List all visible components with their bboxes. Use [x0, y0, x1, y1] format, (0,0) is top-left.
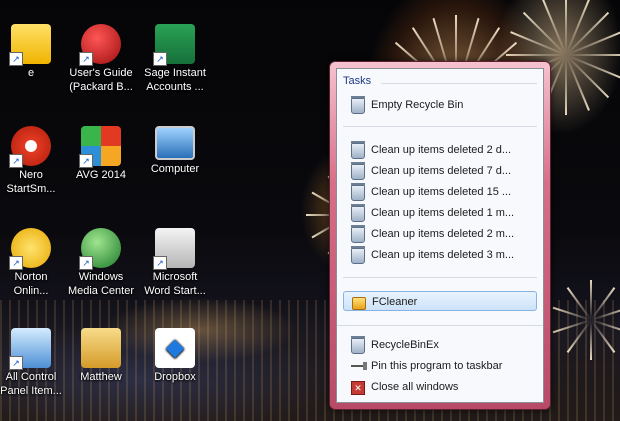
dropbox-icon: ◆	[155, 328, 195, 368]
shortcut-arrow-icon: ↗	[153, 256, 167, 270]
recyclebinex-program-item[interactable]: RecycleBinEx	[343, 335, 537, 355]
section-divider	[337, 325, 543, 326]
desktop-icon-word-starter[interactable]: ↗ Microsoft Word Start...	[136, 228, 214, 298]
shortcut-arrow-icon: ↗	[9, 356, 23, 370]
section-divider	[343, 126, 537, 127]
item-label: Clean up items deleted 1 m...	[371, 207, 515, 219]
item-label: Clean up items deleted 2 m...	[371, 228, 515, 240]
firework-streak	[565, 55, 567, 115]
desktop-icon-label: Microsoft Word Start...	[144, 271, 206, 297]
desktop-icon-label: Nero StartSm...	[6, 169, 56, 195]
desktop-icon-dropbox[interactable]: ◆ Dropbox	[136, 328, 214, 384]
item-label: Clean up items deleted 15 ...	[371, 186, 512, 198]
desktop-icon-windows-media-center[interactable]: ↗ Windows Media Center	[62, 228, 140, 298]
desktop-icon-sage[interactable]: ↗ Sage Instant Accounts ...	[136, 24, 214, 94]
empty-recycle-bin-item[interactable]: Empty Recycle Bin	[343, 95, 537, 115]
item-label: Pin this program to taskbar	[371, 360, 503, 372]
firework-streak	[590, 280, 592, 320]
avg-icon: ↗	[79, 126, 121, 168]
firework-streak	[506, 54, 566, 56]
firework-streak	[566, 54, 620, 56]
recycle-bin-icon	[351, 96, 365, 114]
desktop-icon-avg[interactable]: ↗ AVG 2014	[62, 126, 140, 182]
shortcut-arrow-icon: ↗	[79, 256, 93, 270]
firework-streak	[565, 11, 610, 56]
desktop-icon-label: Norton Onlin...	[13, 271, 49, 297]
recycle-bin-icon	[351, 246, 365, 264]
desktop-icon-control-panel[interactable]: ↗ All Control Panel Item...	[0, 328, 70, 398]
desktop-icon-norton[interactable]: ↗ Norton Onlin...	[0, 228, 70, 298]
recycle-bin-icon	[351, 225, 365, 243]
firework-streak	[590, 320, 592, 360]
cleanup-item[interactable]: Clean up items deleted 7 d...	[343, 161, 537, 181]
item-label: RecycleBinEx	[371, 339, 439, 351]
close-icon: ✕	[351, 381, 365, 395]
cleanup-item[interactable]: Clean up items deleted 2 d...	[343, 140, 537, 160]
desktop-icon-label: Dropbox	[154, 371, 196, 383]
norton-icon: ↗	[9, 228, 51, 270]
item-label: Empty Recycle Bin	[371, 99, 464, 111]
cleanup-item[interactable]: Clean up items deleted 3 m...	[343, 245, 537, 265]
windows-media-center-icon: ↗	[79, 228, 121, 270]
desktop-icon-label: e	[27, 67, 35, 79]
desktop-icon-label: All Control Panel Item...	[0, 371, 62, 397]
user-folder-icon	[81, 328, 121, 368]
firework-streak	[565, 54, 610, 99]
cleanup-item[interactable]: Clean up items deleted 1 m...	[343, 203, 537, 223]
desktop-icon-ebay[interactable]: ↗ e	[0, 24, 70, 80]
item-label: Clean up items deleted 2 d...	[371, 144, 512, 156]
desktop-icon-label: AVG 2014	[76, 169, 126, 181]
computer-icon	[155, 126, 195, 160]
desktop-icon-user-folder[interactable]: Matthew	[62, 328, 140, 384]
fcleaner-item[interactable]: FCleaner	[343, 291, 537, 311]
cleanup-item[interactable]: Clean up items deleted 15 ...	[343, 182, 537, 202]
folder-icon	[352, 297, 366, 310]
item-label: Close all windows	[371, 381, 459, 393]
shortcut-arrow-icon: ↗	[153, 52, 167, 66]
word-starter-icon: ↗	[153, 228, 195, 270]
pin-to-taskbar-item[interactable]: Pin this program to taskbar	[343, 356, 537, 376]
section-divider	[381, 83, 537, 84]
users-guide-icon: ↗	[79, 24, 121, 66]
desktop-icon-computer[interactable]: Computer	[136, 126, 214, 176]
shortcut-arrow-icon: ↗	[9, 256, 23, 270]
desktop-icon-label: Sage Instant Accounts ...	[144, 67, 206, 93]
shortcut-arrow-icon: ↗	[9, 52, 23, 66]
taskbar-jump-list: Tasks Empty Recycle Bin Clean up items d…	[329, 61, 551, 410]
cleanup-item[interactable]: Clean up items deleted 2 m...	[343, 224, 537, 244]
item-label: FCleaner	[372, 296, 418, 308]
recycle-bin-icon	[351, 336, 365, 354]
nero-icon: ↗	[9, 126, 51, 168]
close-all-windows-item[interactable]: ✕ Close all windows	[343, 377, 537, 397]
recycle-bin-icon	[351, 162, 365, 180]
recycle-bin-icon	[351, 204, 365, 222]
section-divider	[343, 277, 537, 278]
sage-icon: ↗	[153, 24, 195, 66]
desktop-icon-users-guide[interactable]: ↗ User's Guide (Packard B...	[62, 24, 140, 94]
shortcut-arrow-icon: ↗	[79, 154, 93, 168]
desktop-icon-label: Computer	[150, 163, 200, 175]
item-label: Clean up items deleted 3 m...	[371, 249, 515, 261]
firework-streak	[522, 11, 567, 56]
desktop-icon-label: User's Guide (Packard B...	[69, 67, 133, 93]
recycle-bin-icon	[351, 141, 365, 159]
ebay-icon: ↗	[9, 24, 51, 66]
jump-list-panel: Tasks Empty Recycle Bin Clean up items d…	[336, 68, 544, 403]
firework-streak	[565, 0, 567, 55]
desktop-icon-label: Matthew	[80, 371, 122, 383]
recycle-bin-icon	[351, 183, 365, 201]
item-label: Clean up items deleted 7 d...	[371, 165, 512, 177]
shortcut-arrow-icon: ↗	[79, 52, 93, 66]
desktop-icon-label: Windows Media Center	[67, 271, 135, 297]
pin-icon	[351, 362, 367, 370]
control-panel-icon: ↗	[9, 328, 51, 370]
desktop-icon-nero[interactable]: ↗ Nero StartSm...	[0, 126, 70, 196]
shortcut-arrow-icon: ↗	[9, 154, 23, 168]
tasks-section-title: Tasks	[343, 75, 372, 87]
